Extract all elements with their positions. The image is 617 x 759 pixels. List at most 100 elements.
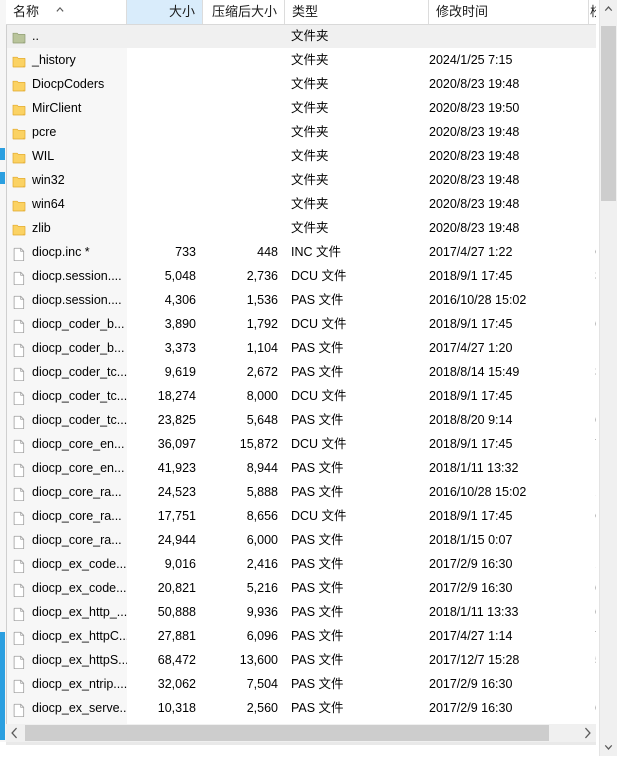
file-crc-cell: 3 <box>595 264 596 288</box>
file-modified-date-cell: 2017/2/9 16:30 <box>429 581 513 595</box>
file-crc-cell: 6 <box>595 408 596 432</box>
file-size-cell <box>127 24 203 48</box>
file-modified-date-cell: 2018/1/11 13:32 <box>429 461 519 475</box>
file-name-cell: diocp_core_ra... <box>32 485 122 499</box>
file-row[interactable]: DiocpCoders 文件夹 2020/8/23 19:48 <box>6 72 596 96</box>
file-row[interactable]: _history 文件夹 2024/1/25 7:15 <box>6 48 596 72</box>
file-crc-cell: 1 <box>595 552 596 576</box>
file-compressed-size-cell <box>203 192 285 216</box>
scroll-down-button[interactable] <box>600 738 617 756</box>
file-row[interactable]: diocp_core_en... 41,923 8,944 PAS 文件 2018/1/… <box>6 456 596 480</box>
file-row[interactable]: diocp.inc * 733 448 INC 文件 2017/4/27 1:22 C <box>6 240 596 264</box>
file-crc-cell: D <box>595 384 596 408</box>
file-row[interactable]: diocp_coder_b... 3,890 1,792 DCU 文件 2018/9/1… <box>6 312 596 336</box>
column-header-name[interactable]: 名称 <box>6 0 127 24</box>
horizontal-scrollbar-thumb[interactable] <box>25 725 549 741</box>
sort-ascending-icon <box>54 2 66 12</box>
file-crc-cell: D <box>595 456 596 480</box>
file-size-cell: 733 <box>175 245 196 259</box>
file-row[interactable]: diocp.session.... 5,048 2,736 DCU 文件 2018/9/… <box>6 264 596 288</box>
file-type-cell: PAS 文件 <box>291 701 344 715</box>
file-compressed-size-cell: 6,000 <box>246 533 278 547</box>
file-crc-cell: E <box>595 672 596 696</box>
file-row[interactable]: diocp_core_ra... 24,944 6,000 PAS 文件 2018/1/… <box>6 528 596 552</box>
file-size-cell: 32,062 <box>157 677 196 691</box>
file-compressed-size-cell: 5,216 <box>246 581 278 595</box>
file-row[interactable]: zlib 文件夹 2020/8/23 19:48 <box>6 216 596 240</box>
file-size-cell: 24,944 <box>157 533 196 547</box>
file-row[interactable]: diocp_coder_tc... 23,825 5,648 PAS 文件 2018/8… <box>6 408 596 432</box>
file-name-cell: MirClient <box>32 101 82 115</box>
file-row[interactable]: WIL 文件夹 2020/8/23 19:48 <box>6 144 596 168</box>
file-name-cell: diocp_coder_b... <box>32 317 125 331</box>
file-row[interactable]: .. 文件夹 <box>6 24 596 48</box>
file-size-cell: 20,821 <box>157 581 196 595</box>
file-type-cell: PAS 文件 <box>291 485 344 499</box>
horizontal-scrollbar[interactable] <box>6 724 596 742</box>
file-compressed-size-cell: 8,000 <box>246 389 278 403</box>
file-row[interactable]: diocp_ex_serve... 10,318 2,560 PAS 文件 2017/2… <box>6 696 596 720</box>
file-modified-date-cell: 2017/2/9 16:30 <box>429 677 513 691</box>
file-modified-date-cell: 2018/8/20 9:14 <box>429 413 513 427</box>
vertical-scrollbar[interactable] <box>599 0 617 756</box>
file-type-cell: PAS 文件 <box>291 581 344 595</box>
file-row[interactable]: diocp_ex_code... 20,821 5,216 PAS 文件 2017/2/… <box>6 576 596 600</box>
file-compressed-size-cell <box>203 24 285 48</box>
file-name-cell: diocp.session.... <box>32 293 122 307</box>
file-compressed-size-cell <box>203 144 285 168</box>
file-row[interactable]: diocp.session.... 4,306 1,536 PAS 文件 2016/10… <box>6 288 596 312</box>
file-compressed-size-cell: 7,504 <box>246 677 278 691</box>
scroll-right-button[interactable] <box>578 724 596 742</box>
file-size-cell <box>127 96 203 120</box>
file-row[interactable]: win64 文件夹 2020/8/23 19:48 <box>6 192 596 216</box>
file-row[interactable]: pcre 文件夹 2020/8/23 19:48 <box>6 120 596 144</box>
left-accent-strip-top <box>0 148 5 160</box>
file-row[interactable]: win32 文件夹 2020/8/23 19:48 <box>6 168 596 192</box>
file-crc-cell: F <box>595 528 596 552</box>
column-header-size[interactable]: 大小 <box>127 0 203 24</box>
file-size-cell: 10,318 <box>157 701 196 715</box>
file-crc-cell: 6 <box>595 696 596 720</box>
column-header-crc[interactable]: 校 <box>589 0 596 24</box>
file-modified-date-cell: 2018/9/1 17:45 <box>429 509 513 523</box>
file-row[interactable]: diocp_coder_tc... 9,619 2,672 PAS 文件 2018/8/… <box>6 360 596 384</box>
file-crc-cell <box>595 72 596 96</box>
file-compressed-size-cell <box>203 72 285 96</box>
file-type-cell: 文件夹 <box>291 77 329 91</box>
vertical-scrollbar-thumb[interactable] <box>601 26 616 201</box>
file-type-cell: DCU 文件 <box>291 437 347 451</box>
file-modified-date-cell: 2018/9/1 17:45 <box>429 389 513 403</box>
file-type-cell: DCU 文件 <box>291 269 347 283</box>
file-row[interactable]: diocp_core_ra... 17,751 8,656 DCU 文件 2018/9/… <box>6 504 596 528</box>
file-modified-date-cell: 2018/9/1 17:45 <box>429 317 513 331</box>
file-row[interactable]: diocp_core_en... 36,097 15,872 DCU 文件 2018/9… <box>6 432 596 456</box>
file-list[interactable]: .. 文件夹 _history 文件夹 2024/1/25 7:15 DiocpCoder… <box>6 24 596 732</box>
file-row[interactable]: diocp_coder_tc... 18,274 8,000 DCU 文件 2018/9… <box>6 384 596 408</box>
file-size-cell: 3,373 <box>164 341 196 355</box>
file-row[interactable]: diocp_ex_httpS... 68,472 13,600 PAS 文件 2017/… <box>6 648 596 672</box>
column-header-compressed-size[interactable]: 压缩后大小 <box>203 0 285 24</box>
file-row[interactable]: diocp_ex_code... 9,016 2,416 PAS 文件 2017/2/9… <box>6 552 596 576</box>
file-modified-date-cell: 2017/4/27 1:20 <box>429 341 513 355</box>
file-row[interactable]: diocp_core_ra... 24,523 5,888 PAS 文件 2016/10… <box>6 480 596 504</box>
file-row[interactable]: diocp_ex_ntrip.... 32,062 7,504 PAS 文件 2017/… <box>6 672 596 696</box>
file-crc-cell <box>595 120 596 144</box>
scroll-left-button[interactable] <box>6 724 24 742</box>
file-size-cell <box>127 192 203 216</box>
file-row[interactable]: diocp_coder_b... 3,373 1,104 PAS 文件 2017/4/2… <box>6 336 596 360</box>
file-crc-cell: 5 <box>595 648 596 672</box>
file-name-cell: diocp_coder_tc... <box>32 389 127 403</box>
file-row[interactable]: diocp_ex_http_... 50,888 9,936 PAS 文件 2018/1… <box>6 600 596 624</box>
column-header-type[interactable]: 类型 <box>285 0 429 24</box>
file-name-cell: _history <box>32 53 76 67</box>
file-row[interactable]: diocp_ex_httpC... 27,881 6,096 PAS 文件 2017/4… <box>6 624 596 648</box>
scroll-up-button[interactable] <box>600 0 617 18</box>
file-compressed-size-cell: 1,536 <box>246 293 278 307</box>
file-row[interactable]: MirClient 文件夹 2020/8/23 19:50 <box>6 96 596 120</box>
file-size-cell: 5,048 <box>164 269 196 283</box>
file-modified-date-cell: 2018/1/15 0:07 <box>429 533 513 547</box>
column-header-modified-date[interactable]: 修改时间 <box>429 0 589 24</box>
file-name-cell: diocp_core_en... <box>32 437 125 451</box>
file-size-cell <box>127 216 203 240</box>
file-name-cell: diocp_core_ra... <box>32 533 122 547</box>
